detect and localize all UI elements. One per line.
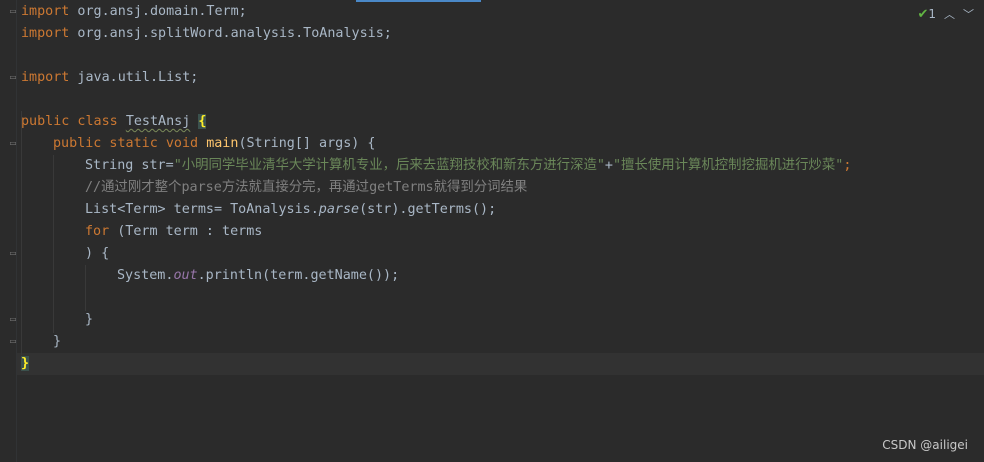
fold-marker-icon[interactable]: ▭ bbox=[9, 73, 17, 83]
code-line: List<Term> terms= ToAnalysis.parse(str).… bbox=[85, 202, 497, 217]
fold-marker-icon[interactable]: ▭ bbox=[9, 139, 17, 149]
code-line: public static void main(String[] args) { bbox=[53, 136, 376, 151]
chevron-up-icon[interactable]: ︿ bbox=[944, 6, 955, 22]
code-line: System.out.println(term.getName()); bbox=[117, 268, 400, 283]
fold-marker-icon[interactable]: ▭ bbox=[9, 249, 17, 259]
code-line: } bbox=[85, 312, 94, 327]
class-name: TestAnsj bbox=[125, 114, 191, 129]
code-line: String str="小明同学毕业清华大学计算机专业，后来去蓝翔技校和新东方进… bbox=[85, 158, 852, 173]
code-line: ) { bbox=[85, 246, 110, 261]
code-line: import org.ansj.domain.Term; bbox=[21, 4, 247, 19]
code-line: } bbox=[53, 334, 62, 349]
code-line: import java.util.List; bbox=[21, 70, 199, 85]
fold-marker-icon[interactable]: ▭ bbox=[9, 337, 17, 347]
check-icon: ✔ bbox=[917, 6, 929, 22]
gutter-divider bbox=[16, 0, 17, 462]
editor-gutter[interactable] bbox=[0, 0, 16, 462]
code-editor[interactable]: import org.ansj.domain.Term; import org.… bbox=[21, 0, 984, 462]
fold-marker-icon[interactable]: ▭ bbox=[9, 7, 17, 17]
code-line: import org.ansj.splitWord.analysis.ToAna… bbox=[21, 26, 392, 41]
code-line: //通过刚才整个parse方法就直接分完，再通过getTerms就得到分词结果 bbox=[85, 180, 528, 195]
inspection-count: 1 bbox=[928, 6, 936, 21]
watermark: CSDN @ailigei bbox=[882, 438, 968, 452]
matched-brace: { bbox=[198, 114, 207, 129]
code-line: public class TestAnsj { bbox=[21, 114, 207, 129]
fold-marker-icon[interactable]: ▭ bbox=[9, 315, 17, 325]
chevron-down-icon[interactable]: ﹀ bbox=[963, 6, 974, 22]
inspection-widget[interactable]: ✔1 ︿ ﹀ bbox=[917, 6, 974, 22]
matched-brace: } bbox=[21, 356, 30, 371]
code-line: } bbox=[21, 353, 30, 375]
code-line: for (Term term : terms bbox=[85, 224, 263, 239]
